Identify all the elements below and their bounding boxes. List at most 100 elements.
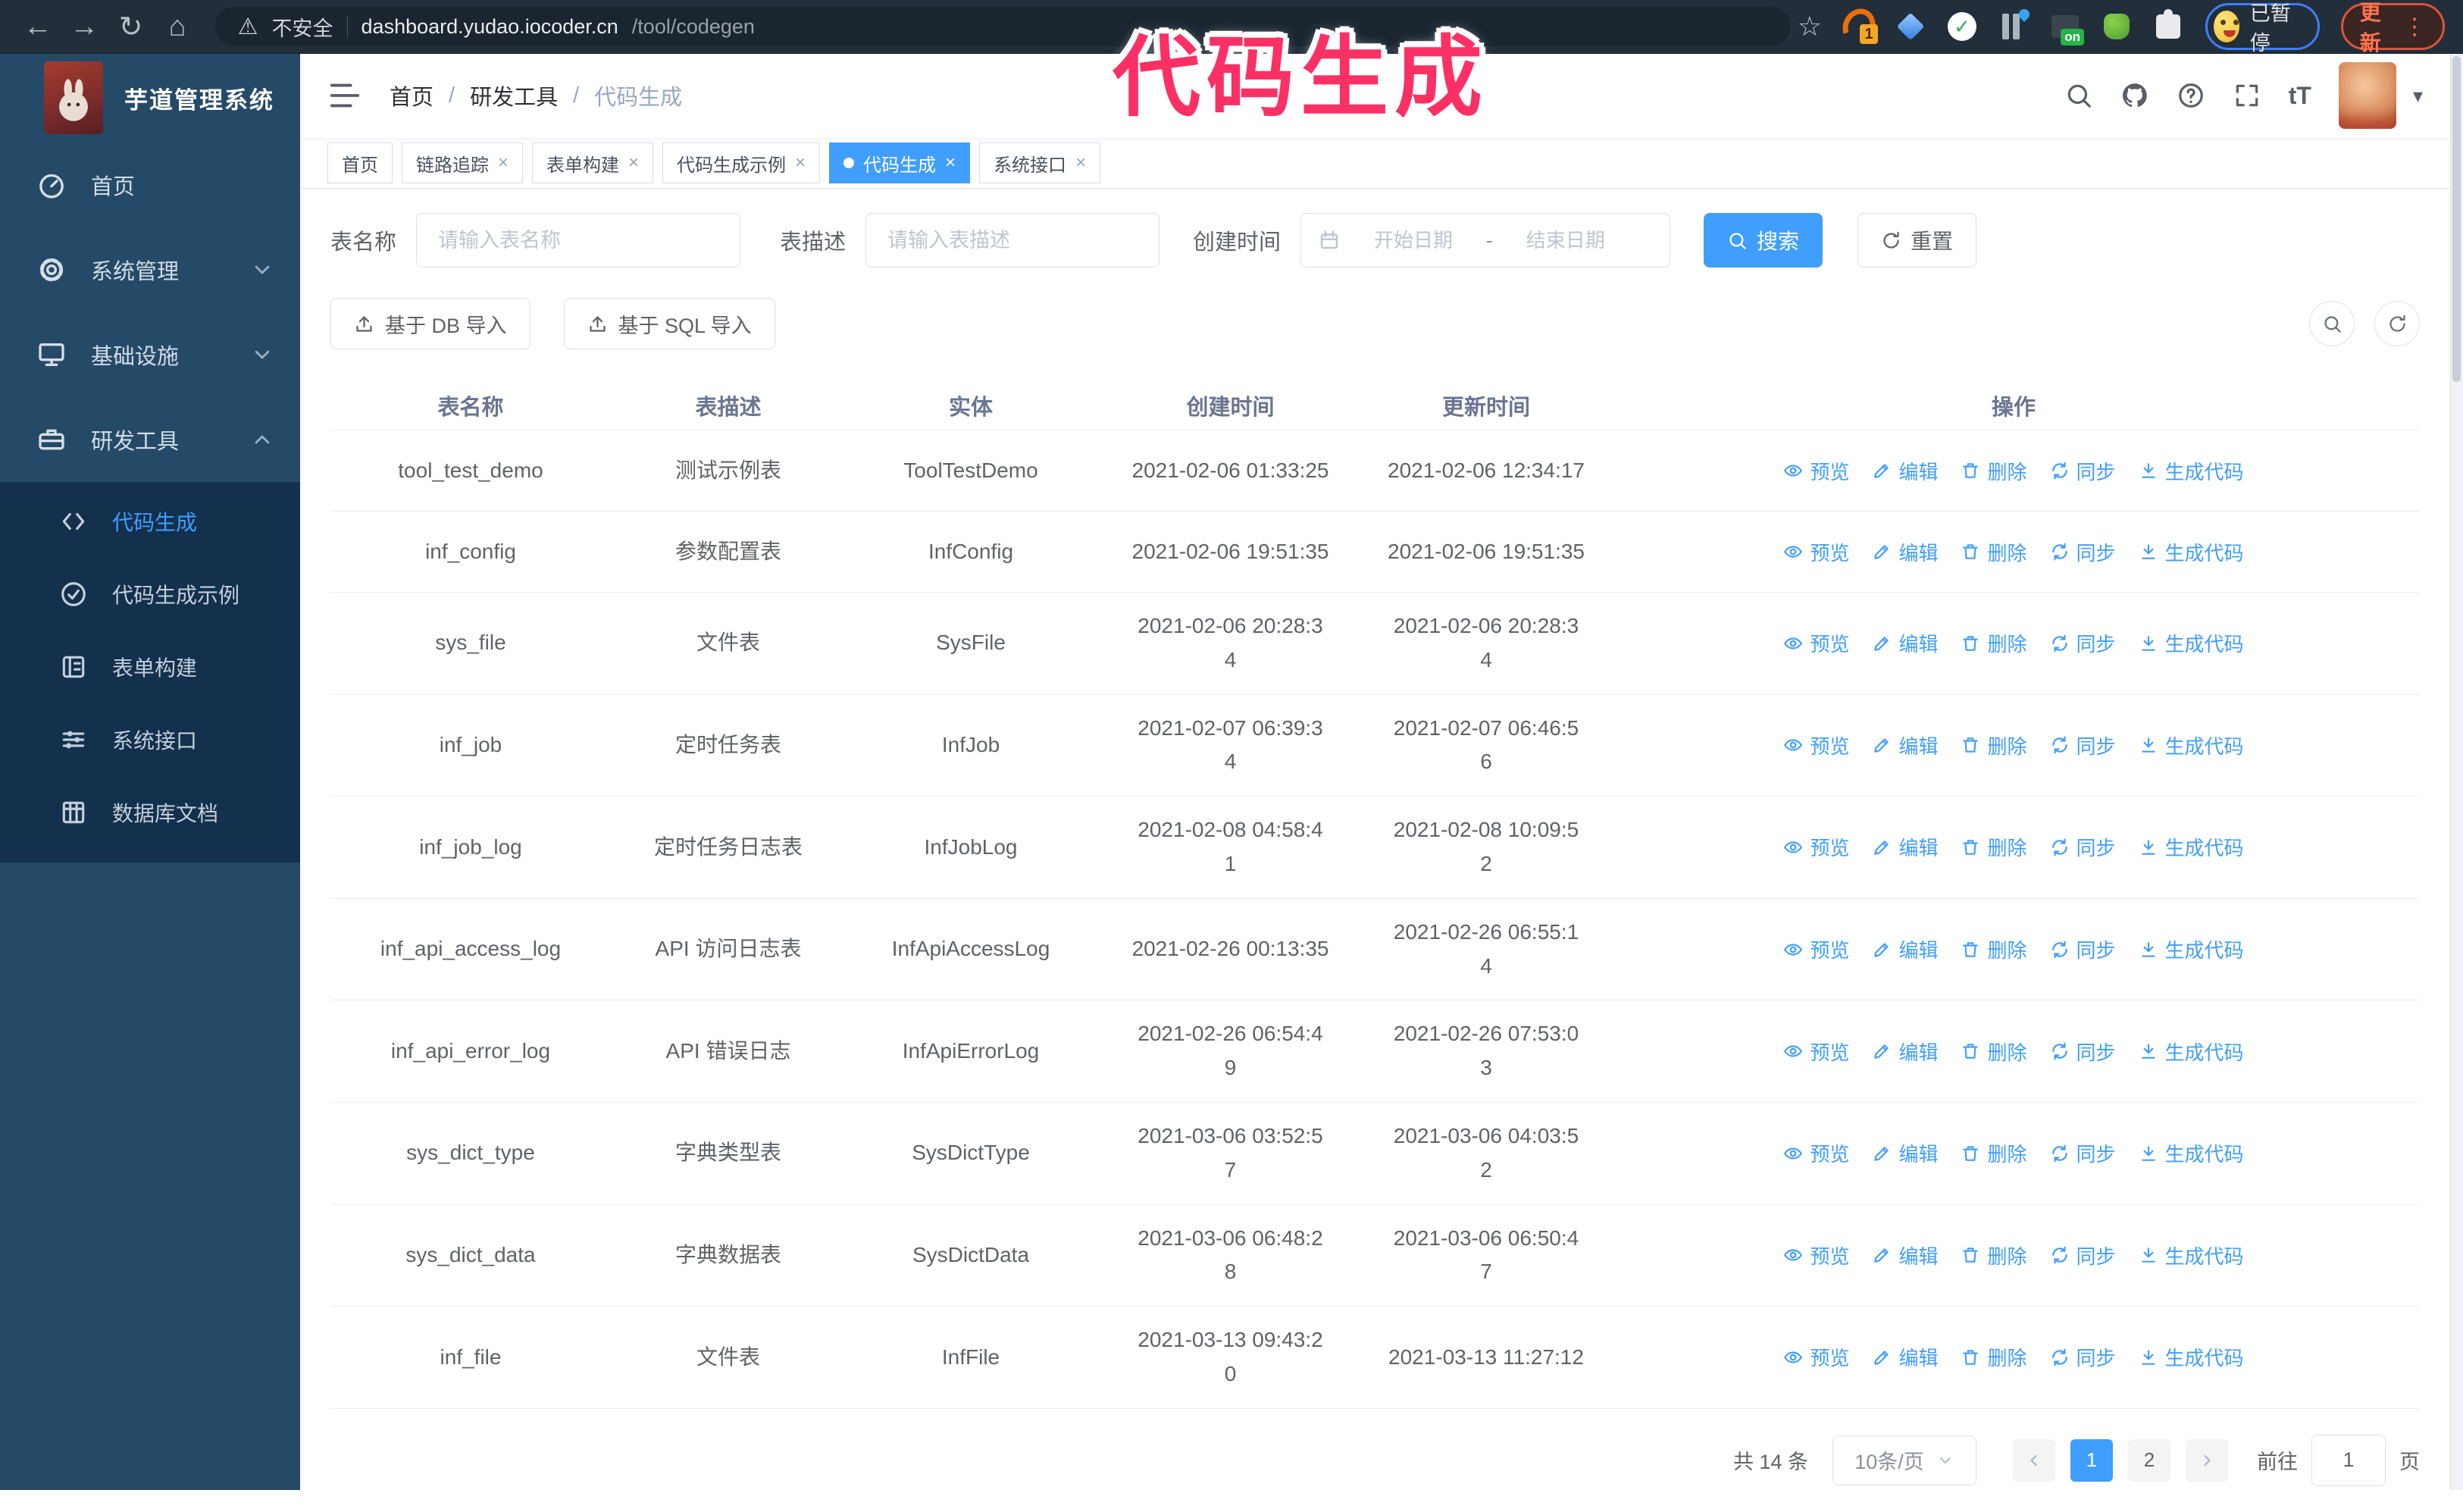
edit-link[interactable]: 编辑 (1872, 935, 1938, 963)
preview-link[interactable]: 预览 (1783, 833, 1849, 861)
browser-home-icon[interactable]: ⌂ (158, 6, 196, 47)
close-icon[interactable]: × (498, 154, 509, 172)
end-date-input[interactable] (1503, 227, 1628, 253)
generate-code-link[interactable]: 生成代码 (2139, 833, 2244, 861)
generate-code-link[interactable]: 生成代码 (2139, 731, 2244, 759)
preview-link[interactable]: 预览 (1783, 1241, 1849, 1269)
sync-link[interactable]: 同步 (2050, 935, 2116, 963)
profile-paused-badge[interactable]: 已暂停 (2205, 2, 2320, 55)
toggle-search-button[interactable] (2309, 301, 2355, 346)
search-button[interactable]: 搜索 (1704, 213, 1823, 268)
close-icon[interactable]: × (795, 154, 806, 172)
extension-tampermonkey-icon[interactable] (1998, 7, 2032, 42)
delete-link[interactable]: 删除 (1961, 1241, 2027, 1269)
preview-link[interactable]: 预览 (1783, 1038, 1849, 1066)
extension-bug-icon[interactable] (2101, 11, 2133, 42)
close-icon[interactable]: × (945, 154, 956, 172)
edit-link[interactable]: 编辑 (1872, 833, 1938, 861)
sidebar-item-code-generation[interactable]: 代码生成 (0, 485, 300, 558)
delete-link[interactable]: 删除 (1961, 1038, 2027, 1066)
font-size-icon[interactable]: tT (2289, 82, 2311, 110)
bookmark-star-icon[interactable]: ☆ (1798, 11, 1822, 42)
import-db-button[interactable]: 基于 DB 导入 (330, 298, 530, 349)
tab-codegen[interactable]: 代码生成 × (829, 142, 971, 183)
browser-back-icon[interactable]: ← (18, 6, 57, 47)
sidebar-item-form-builder[interactable]: 表单构建 (0, 631, 300, 703)
preview-link[interactable]: 预览 (1783, 629, 1849, 657)
generate-code-link[interactable]: 生成代码 (2139, 1038, 2244, 1066)
sync-link[interactable]: 同步 (2050, 1343, 2116, 1371)
page-button-1[interactable]: 1 (2070, 1438, 2113, 1482)
delete-link[interactable]: 删除 (1961, 731, 2027, 759)
tab-codegen-example[interactable]: 代码生成示例 × (662, 142, 821, 183)
sidebar-item-code-generation-example[interactable]: 代码生成示例 (0, 558, 300, 631)
sync-link[interactable]: 同步 (2050, 833, 2116, 861)
help-icon[interactable] (2177, 81, 2205, 110)
scrollbar-thumb[interactable] (2452, 56, 2461, 382)
edit-link[interactable]: 编辑 (1872, 629, 1938, 657)
preview-link[interactable]: 预览 (1783, 731, 1849, 759)
user-avatar[interactable] (2338, 62, 2396, 129)
browser-forward-icon[interactable]: → (64, 6, 103, 47)
tab-form-builder[interactable]: 表单构建 × (532, 142, 654, 183)
close-icon[interactable]: × (1075, 154, 1086, 172)
sidebar-logo[interactable]: 芋道管理系统 (0, 53, 300, 142)
generate-code-link[interactable]: 生成代码 (2139, 538, 2244, 566)
edit-link[interactable]: 编辑 (1872, 1038, 1938, 1066)
browser-update-button[interactable]: 更新 ⋮ (2340, 1, 2445, 55)
delete-link[interactable]: 删除 (1961, 457, 2027, 485)
close-icon[interactable]: × (628, 154, 639, 172)
edit-link[interactable]: 编辑 (1872, 731, 1938, 759)
generate-code-link[interactable]: 生成代码 (2139, 1343, 2244, 1371)
page-button-2[interactable]: 2 (2128, 1438, 2170, 1482)
next-page-button[interactable] (2186, 1438, 2228, 1482)
breadcrumb-dev-tools[interactable]: 研发工具 (470, 80, 558, 111)
edit-link[interactable]: 编辑 (1872, 1343, 1938, 1371)
delete-link[interactable]: 删除 (1961, 1343, 2027, 1371)
generate-code-link[interactable]: 生成代码 (2139, 1241, 2244, 1269)
edit-link[interactable]: 编辑 (1872, 1139, 1938, 1167)
generate-code-link[interactable]: 生成代码 (2139, 935, 2244, 963)
preview-link[interactable]: 预览 (1783, 538, 1849, 566)
sync-link[interactable]: 同步 (2050, 1139, 2116, 1167)
sync-link[interactable]: 同步 (2050, 731, 2116, 759)
browser-reload-icon[interactable]: ↻ (111, 6, 150, 47)
table-desc-input[interactable] (865, 213, 1160, 268)
sync-link[interactable]: 同步 (2050, 1241, 2116, 1269)
extension-check-icon[interactable]: ✓ (1946, 11, 1978, 42)
page-size-select[interactable]: 10条/页 (1832, 1435, 1976, 1485)
delete-link[interactable]: 删除 (1961, 538, 2027, 566)
delete-link[interactable]: 删除 (1961, 935, 2027, 963)
tab-system-api[interactable]: 系统接口 × (979, 142, 1101, 183)
avatar-caret-icon[interactable]: ▾ (2413, 84, 2423, 108)
sidebar-item-system-management[interactable]: 系统管理 (0, 227, 300, 312)
reset-button[interactable]: 重置 (1857, 213, 1977, 268)
date-range-picker[interactable]: - (1300, 213, 1671, 268)
edit-link[interactable]: 编辑 (1872, 538, 1938, 566)
preview-link[interactable]: 预览 (1783, 935, 1849, 963)
sidebar-item-system-api[interactable]: 系统接口 (0, 703, 300, 776)
goto-page-input[interactable] (2311, 1434, 2386, 1486)
fullscreen-icon[interactable] (2233, 81, 2261, 110)
preview-link[interactable]: 预览 (1783, 457, 1849, 485)
tab-tracing[interactable]: 链路追踪 × (402, 142, 524, 183)
sync-link[interactable]: 同步 (2050, 1038, 2116, 1066)
hamburger-icon[interactable] (327, 78, 362, 113)
tab-home[interactable]: 首页 (327, 142, 393, 183)
start-date-input[interactable] (1351, 227, 1476, 253)
sync-link[interactable]: 同步 (2050, 538, 2116, 566)
github-icon[interactable] (2120, 81, 2149, 110)
sidebar-item-home[interactable]: 首页 (0, 142, 300, 227)
page-scrollbar[interactable] (2450, 53, 2463, 1490)
preview-link[interactable]: 预览 (1783, 1139, 1849, 1167)
extensions-puzzle-icon[interactable] (2152, 9, 2184, 42)
extension-switch-icon[interactable]: on (2049, 11, 2085, 45)
import-sql-button[interactable]: 基于 SQL 导入 (563, 298, 775, 349)
delete-link[interactable]: 删除 (1961, 833, 2027, 861)
generate-code-link[interactable]: 生成代码 (2139, 1139, 2244, 1167)
breadcrumb-home[interactable]: 首页 (390, 80, 433, 111)
sidebar-item-infrastructure[interactable]: 基础设施 (0, 312, 300, 397)
table-name-input[interactable] (416, 213, 741, 268)
refresh-table-button[interactable] (2374, 301, 2420, 346)
preview-link[interactable]: 预览 (1783, 1343, 1849, 1371)
